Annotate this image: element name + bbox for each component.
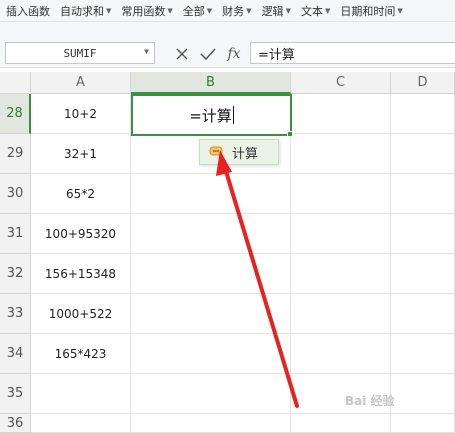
cell-c31[interactable] [291,214,391,254]
check-icon[interactable] [198,44,218,64]
chevron-down-icon: ▼ [167,6,173,15]
ribbon-date-time[interactable]: 日期和时间 ▼ [334,0,406,21]
ribbon-text[interactable]: 文本 ▼ [295,0,334,21]
ribbon-common-functions[interactable]: 常用函数 ▼ [115,0,176,21]
cell-d28[interactable] [391,94,455,134]
formula-bar: SUMIF ▼ fx =计算 [0,40,455,68]
name-box[interactable]: SUMIF ▼ [5,42,155,64]
cell-a33[interactable]: 1000+522 [31,294,131,334]
defined-name-icon [208,143,224,162]
ribbon-all[interactable]: 全部 ▼ [177,0,216,21]
column-header-d[interactable]: D [391,72,455,94]
cell-a36[interactable] [31,414,131,433]
fill-handle[interactable] [287,131,293,137]
row-header-32[interactable]: 32 [0,254,31,294]
cell-a34[interactable]: 165*423 [31,334,131,374]
chevron-down-icon: ▼ [246,6,252,15]
chevron-down-icon: ▼ [206,6,213,15]
suggestion-label: 计算 [232,146,259,162]
cell-d30[interactable] [391,174,455,214]
chevron-down-icon: ▼ [397,6,403,15]
row-header-36[interactable]: 36 [0,414,31,433]
cell-a30[interactable]: 65*2 [31,174,131,214]
close-icon[interactable] [172,44,192,64]
cell-b34[interactable] [131,334,291,374]
cell-b36[interactable] [131,414,291,433]
cell-d33[interactable] [391,294,455,334]
chevron-down-icon[interactable]: ▼ [144,47,149,56]
cell-b35[interactable] [131,374,291,414]
cell-b31[interactable] [131,214,291,254]
column-header-a[interactable]: A [31,72,131,94]
active-cell-b28[interactable]: =计算 [131,94,292,136]
chevron-down-icon: ▼ [285,6,291,15]
cell-d29[interactable] [391,134,455,174]
cell-d32[interactable] [391,254,455,294]
row-header-28[interactable]: 28 [0,94,31,134]
formula-input[interactable]: =计算 [250,42,455,64]
cell-a32[interactable]: 156+15348 [31,254,131,294]
row-header-29[interactable]: 29 [0,134,31,174]
cell-a31[interactable]: 100+95320 [31,214,131,254]
chevron-down-icon: ▼ [106,6,112,15]
cell-d31[interactable] [391,214,455,254]
cell-b30[interactable] [131,174,291,214]
column-header-b[interactable]: B [131,72,291,94]
cell-a35[interactable] [31,374,131,414]
cell-b33[interactable] [131,294,291,334]
chevron-down-icon: ▼ [324,6,331,15]
row-header-31[interactable]: 31 [0,214,31,254]
select-all-corner[interactable] [0,72,31,94]
ribbon-finance[interactable]: 财务 ▼ [216,0,255,21]
cell-c32[interactable] [291,254,391,294]
function-ribbon: 插入函数 自动求和 ▼ 常用函数 ▼ 全部 ▼ 财务 ▼ 逻辑 ▼ 文本 ▼ 日期和时间 ▼ [0,0,455,22]
toolbar-gap [0,22,455,40]
cell-c28[interactable] [291,94,391,134]
cell-c34[interactable] [291,334,391,374]
cell-c33[interactable] [291,294,391,334]
ribbon-insert-function[interactable]: 插入函数 [0,0,54,21]
cell-a29[interactable]: 32+1 [31,134,131,174]
row-header-30[interactable]: 30 [0,174,31,214]
cell-d34[interactable] [391,334,455,374]
cell-c29[interactable] [291,134,391,174]
cell-c30[interactable] [291,174,391,214]
ribbon-logic[interactable]: 逻辑 ▼ [256,0,295,21]
row-header-34[interactable]: 34 [0,334,31,374]
cell-b32[interactable] [131,254,291,294]
autocomplete-suggestion[interactable]: 计算 [199,139,279,165]
row-header-33[interactable]: 33 [0,294,31,334]
cell-a28[interactable]: 10+2 [31,94,131,134]
row-header-35[interactable]: 35 [0,374,31,414]
text-caret [232,106,234,124]
ribbon-autosum[interactable]: 自动求和 ▼ [54,0,115,21]
column-header-c[interactable]: C [291,72,391,94]
watermark: Bai 经验 [345,394,395,408]
fx-icon[interactable]: fx [224,44,244,64]
cell-editor-text: =计算 [189,106,232,125]
